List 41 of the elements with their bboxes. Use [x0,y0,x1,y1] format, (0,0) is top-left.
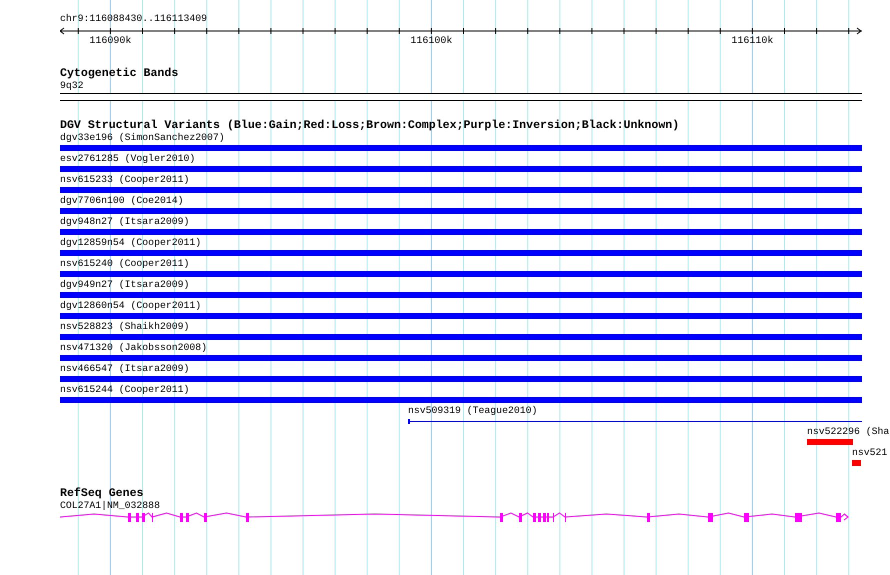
variant-bar[interactable] [60,208,862,214]
variant-bar[interactable] [60,376,862,382]
variant-bar[interactable] [60,397,862,403]
variant-bar[interactable] [60,313,862,319]
variant-bar[interactable] [60,271,862,277]
variant-label: dgv949n27 (Itsara2009) [60,279,190,291]
variant-bar[interactable] [60,229,862,235]
variant-label: esv2761285 (Vogler2010) [60,153,196,165]
variant-label: dgv7706n100 (Coe2014) [60,195,184,207]
variant-label: nsv522296 (Sha [807,426,890,438]
band-label: 9q32 [60,80,84,92]
track-title: Cytogenetic Bands [60,68,178,80]
variant-label: nsv509319 (Teague2010) [408,405,538,417]
gene-label: COL27A1|NM_032888 [60,500,160,512]
track-title: DGV Structural Variants (Blue:Gain;Red:Loss;Brown:Complex;Purple:Inversion;Black:Unknown) [60,120,680,132]
variant-bar[interactable] [60,187,862,193]
variant-bar[interactable] [60,250,862,256]
variant-label: dgv12860n54 (Cooper2011) [60,300,202,312]
ruler-tick-label: 116110k [731,36,774,48]
variant-bar[interactable] [60,355,862,361]
coordinate-range: chr9:116088430..116113409 [60,13,207,25]
variant-bar[interactable] [852,460,861,466]
variant-bar[interactable] [60,145,862,151]
variant-label: nsv521 [852,447,888,459]
variant-bar[interactable] [60,334,862,340]
variant-bar[interactable] [807,439,853,445]
track-title: RefSeq Genes [60,488,144,500]
ruler-tick-label: 116090k [89,36,132,48]
variant-label: nsv615240 (Cooper2011) [60,258,190,270]
variant-label: nsv466547 (Itsara2009) [60,363,190,375]
variant-label: dgv33e196 (SimonSanchez2007) [60,132,225,144]
ruler-tick-label: 116100k [410,36,452,48]
variant-label: nsv615244 (Cooper2011) [60,384,190,396]
variant-label: nsv528823 (Shaikh2009) [60,321,190,333]
variant-bar[interactable] [60,166,862,172]
variant-label: nsv615233 (Cooper2011) [60,174,190,186]
variant-line[interactable] [408,418,862,424]
variant-label: dgv12859n54 (Cooper2011) [60,237,202,249]
variant-label: dgv948n27 (Itsara2009) [60,216,190,228]
variant-label: nsv471320 (Jakobsson2008) [60,342,207,354]
variant-bar[interactable] [60,292,862,298]
